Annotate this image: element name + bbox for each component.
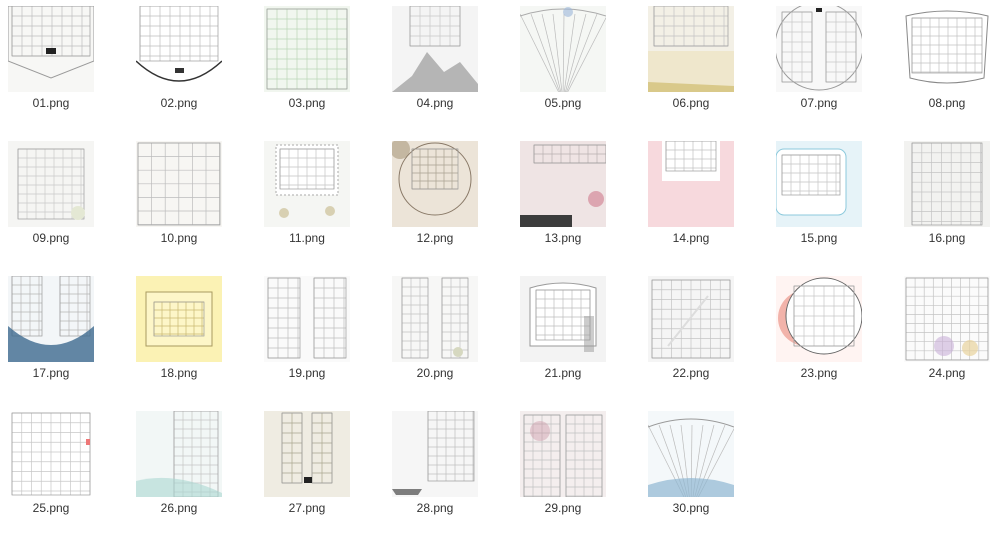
file-thumbnail[interactable] xyxy=(264,141,350,227)
file-thumbnail[interactable] xyxy=(136,411,222,497)
file-name-label[interactable]: 28.png xyxy=(380,501,490,515)
file-name-label[interactable]: 29.png xyxy=(508,501,618,515)
file-thumbnail[interactable] xyxy=(520,6,606,92)
file-thumbnail[interactable] xyxy=(776,276,862,362)
file-name-label[interactable]: 09.png xyxy=(0,231,106,245)
file-thumbnail[interactable] xyxy=(904,6,990,92)
file-item[interactable]: 22.png xyxy=(648,270,734,402)
file-name-label[interactable]: 05.png xyxy=(508,96,618,110)
file-name-label[interactable]: 17.png xyxy=(0,366,106,380)
file-thumbnail[interactable] xyxy=(264,411,350,497)
file-thumbnail[interactable] xyxy=(264,276,350,362)
file-item[interactable]: 06.png xyxy=(648,0,734,132)
file-name-label[interactable]: 14.png xyxy=(636,231,746,245)
file-thumbnail[interactable] xyxy=(8,276,94,362)
file-item[interactable]: 10.png xyxy=(136,135,222,267)
file-thumbnail[interactable] xyxy=(264,6,350,92)
file-name-label[interactable]: 19.png xyxy=(252,366,362,380)
file-thumbnail[interactable] xyxy=(904,141,990,227)
file-item[interactable]: 13.png xyxy=(520,135,606,267)
file-name-label[interactable]: 23.png xyxy=(764,366,874,380)
file-item[interactable]: 18.png xyxy=(136,270,222,402)
file-item[interactable]: 17.png xyxy=(8,270,94,402)
file-name-label[interactable]: 18.png xyxy=(124,366,234,380)
file-item[interactable]: 28.png xyxy=(392,405,478,537)
file-thumbnail[interactable] xyxy=(392,411,478,497)
file-item[interactable]: 23.png xyxy=(776,270,862,402)
file-item[interactable]: 12.png xyxy=(392,135,478,267)
file-thumbnail[interactable] xyxy=(776,6,862,92)
file-thumbnail[interactable] xyxy=(8,6,94,92)
file-thumbnail[interactable] xyxy=(136,276,222,362)
file-item[interactable]: 01.png xyxy=(8,0,94,132)
file-item[interactable]: 11.png xyxy=(264,135,350,267)
file-item[interactable]: 29.png xyxy=(520,405,606,537)
file-name-label[interactable]: 02.png xyxy=(124,96,234,110)
file-item[interactable]: 08.png xyxy=(904,0,990,132)
file-name-label[interactable]: 08.png xyxy=(892,96,998,110)
file-name-label[interactable]: 22.png xyxy=(636,366,746,380)
file-name-label[interactable]: 26.png xyxy=(124,501,234,515)
file-name-label[interactable]: 01.png xyxy=(0,96,106,110)
file-item[interactable]: 14.png xyxy=(648,135,734,267)
file-thumbnail[interactable] xyxy=(392,141,478,227)
file-thumbnail[interactable] xyxy=(776,141,862,227)
file-item[interactable]: 30.png xyxy=(648,405,734,537)
file-thumbnail[interactable] xyxy=(8,141,94,227)
file-item[interactable]: 26.png xyxy=(136,405,222,537)
file-name-label[interactable]: 07.png xyxy=(764,96,874,110)
file-item[interactable]: 07.png xyxy=(776,0,862,132)
file-name-label[interactable]: 12.png xyxy=(380,231,490,245)
file-thumbnail[interactable] xyxy=(392,6,478,92)
file-thumbnail[interactable] xyxy=(648,411,734,497)
file-name-label[interactable]: 04.png xyxy=(380,96,490,110)
file-thumbnail[interactable] xyxy=(648,6,734,92)
file-name-label[interactable]: 13.png xyxy=(508,231,618,245)
file-name-label[interactable]: 24.png xyxy=(892,366,998,380)
file-name-label[interactable]: 30.png xyxy=(636,501,746,515)
file-item[interactable]: 09.png xyxy=(8,135,94,267)
file-item[interactable]: 21.png xyxy=(520,270,606,402)
file-item[interactable]: 27.png xyxy=(264,405,350,537)
file-name-label[interactable]: 11.png xyxy=(252,231,362,245)
file-item[interactable]: 03.png xyxy=(264,0,350,132)
file-name-label[interactable]: 27.png xyxy=(252,501,362,515)
file-thumbnail[interactable] xyxy=(520,276,606,362)
file-thumbnail[interactable] xyxy=(904,276,990,362)
file-name-label[interactable]: 25.png xyxy=(0,501,106,515)
file-thumbnail[interactable] xyxy=(520,141,606,227)
file-item[interactable]: 24.png xyxy=(904,270,990,402)
file-item[interactable]: 15.png xyxy=(776,135,862,267)
file-item[interactable]: 02.png xyxy=(136,0,222,132)
file-name-label[interactable]: 21.png xyxy=(508,366,618,380)
file-name-label[interactable]: 15.png xyxy=(764,231,874,245)
file-item[interactable]: 25.png xyxy=(8,405,94,537)
file-thumbnail-grid: 01.png 02.png 03.png 04.png 05.png 06.png 07.p… xyxy=(0,0,998,523)
file-item[interactable]: 20.png xyxy=(392,270,478,402)
file-thumbnail[interactable] xyxy=(8,411,94,497)
file-thumbnail[interactable] xyxy=(392,276,478,362)
file-name-label[interactable]: 03.png xyxy=(252,96,362,110)
file-thumbnail[interactable] xyxy=(648,141,734,227)
file-item[interactable]: 05.png xyxy=(520,0,606,132)
file-name-label[interactable]: 10.png xyxy=(124,231,234,245)
file-thumbnail[interactable] xyxy=(520,411,606,497)
file-thumbnail[interactable] xyxy=(136,6,222,92)
file-name-label[interactable]: 20.png xyxy=(380,366,490,380)
file-name-label[interactable]: 16.png xyxy=(892,231,998,245)
file-thumbnail[interactable] xyxy=(648,276,734,362)
file-item[interactable]: 04.png xyxy=(392,0,478,132)
file-item[interactable]: 19.png xyxy=(264,270,350,402)
file-name-label[interactable]: 06.png xyxy=(636,96,746,110)
file-item[interactable]: 16.png xyxy=(904,135,990,267)
file-thumbnail[interactable] xyxy=(136,141,222,227)
